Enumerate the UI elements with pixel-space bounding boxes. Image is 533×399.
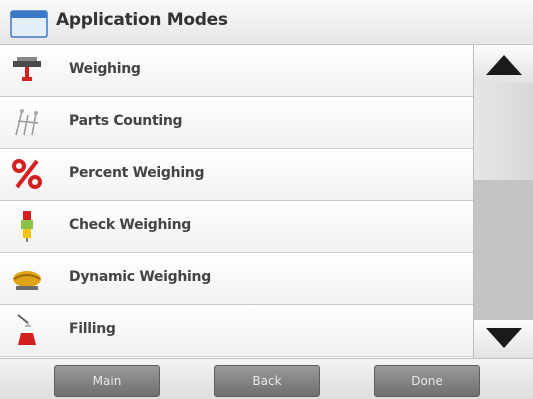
scroll-thumb[interactable] xyxy=(474,83,533,180)
filling-icon xyxy=(17,314,36,345)
title-bar: Application Modes xyxy=(0,0,533,45)
scroll-up-button[interactable] xyxy=(474,45,533,83)
mode-item-percent-weighing[interactable]: Percent Weighing xyxy=(0,149,473,201)
page-title: Application Modes xyxy=(56,10,228,30)
mode-label: Parts Counting xyxy=(69,113,183,129)
arrow-down-icon xyxy=(486,328,522,348)
window-icon xyxy=(10,10,48,38)
scrollbar[interactable] xyxy=(473,45,533,358)
mode-item-check-weighing[interactable]: Check Weighing xyxy=(0,201,473,253)
dynamic-weighing-icon xyxy=(13,271,41,290)
mode-label: Percent Weighing xyxy=(69,165,205,181)
scroll-down-button[interactable] xyxy=(474,320,533,358)
mode-label: Filling xyxy=(69,321,116,337)
done-button[interactable]: Done xyxy=(374,365,480,397)
percent-icon xyxy=(12,159,42,189)
check-weighing-light-icon xyxy=(21,211,33,242)
back-button[interactable]: Back xyxy=(214,365,320,397)
mode-list: Weighing Parts Counting Percent Weighing… xyxy=(0,45,473,358)
parts-counting-icon xyxy=(15,109,39,136)
arrow-up-icon xyxy=(486,55,522,75)
mode-item-dynamic-weighing[interactable]: Dynamic Weighing xyxy=(0,253,473,305)
main-button[interactable]: Main xyxy=(54,365,160,397)
mode-item-parts-counting[interactable]: Parts Counting xyxy=(0,97,473,149)
mode-label: Dynamic Weighing xyxy=(69,269,211,285)
mode-item-filling[interactable]: Filling xyxy=(0,305,473,357)
bottom-bar: Main Back Done xyxy=(0,358,533,399)
mode-label: Check Weighing xyxy=(69,217,192,233)
scroll-track[interactable] xyxy=(474,83,533,320)
mode-item-weighing[interactable]: Weighing xyxy=(0,45,473,97)
mode-label: Weighing xyxy=(69,61,141,77)
weighing-scale-icon xyxy=(13,57,41,81)
